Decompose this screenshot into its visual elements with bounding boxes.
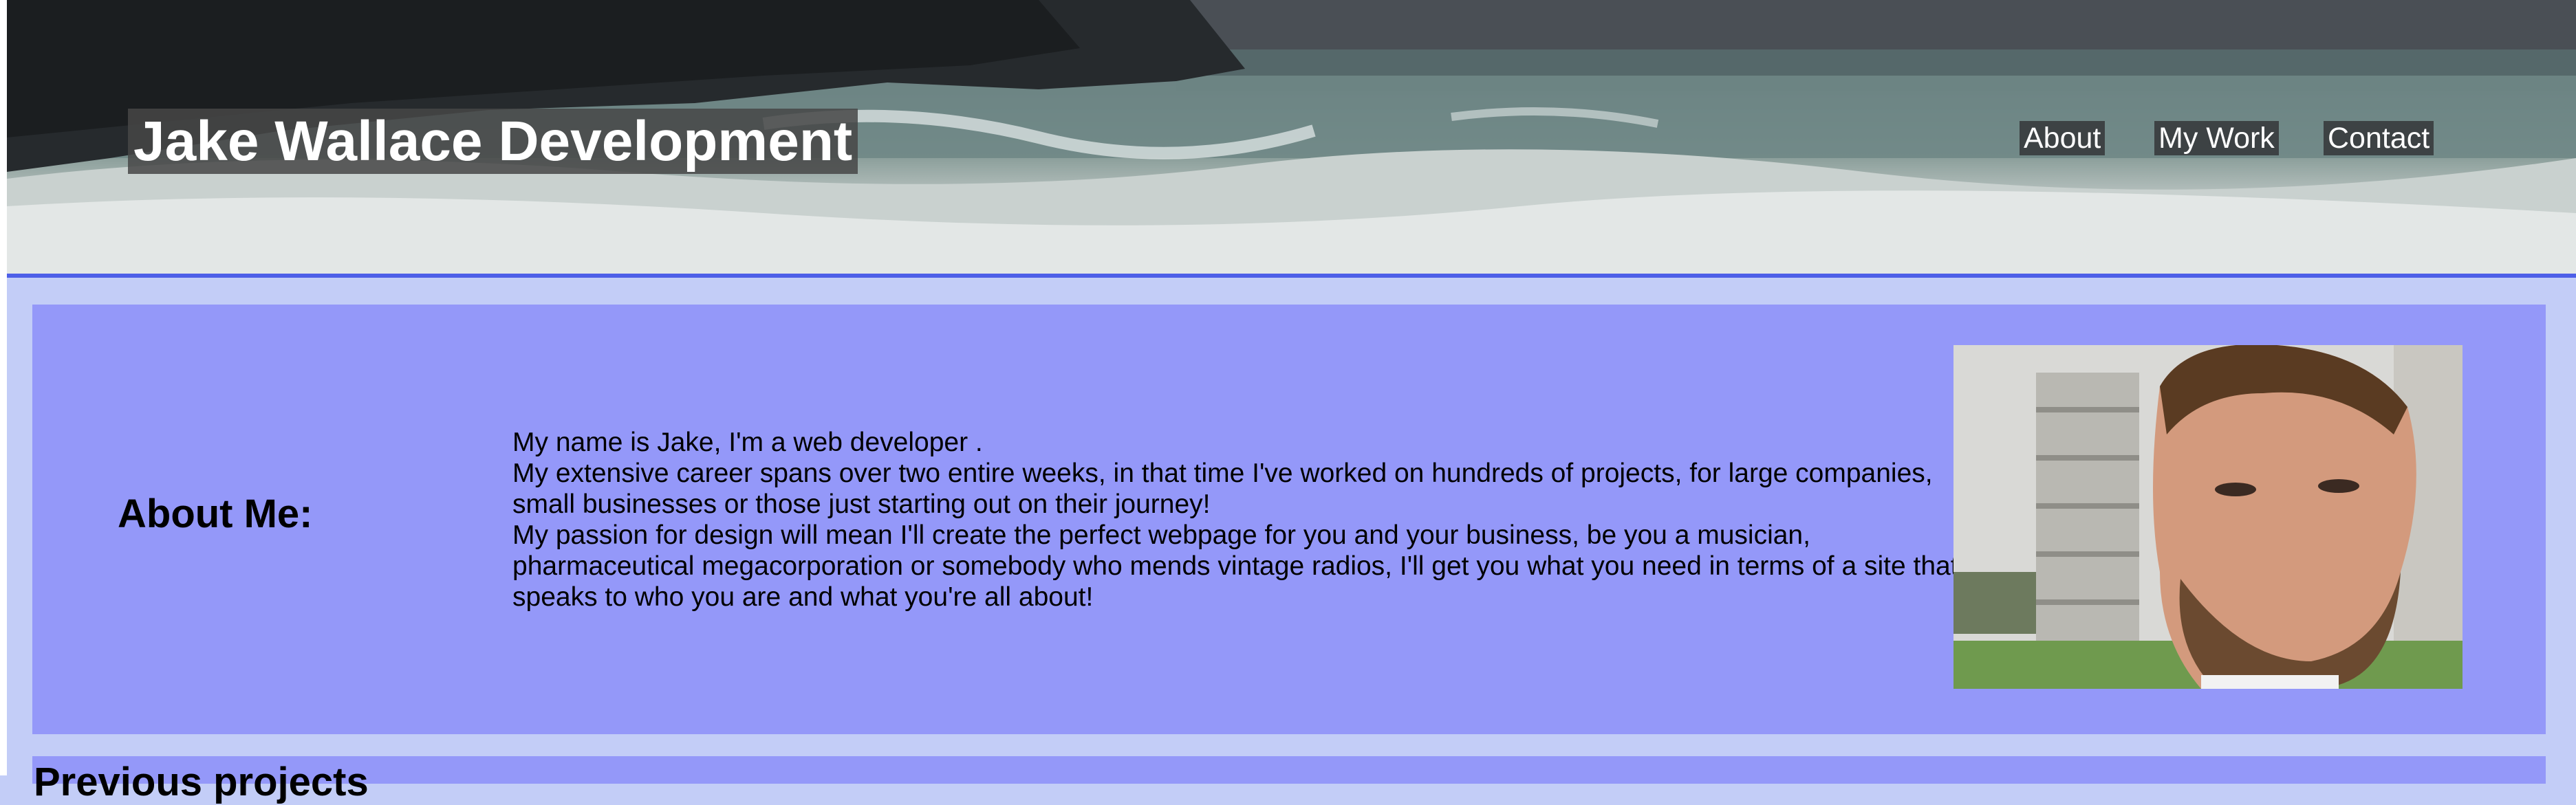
about-section: About Me: My name is Jake, I'm a web dev… [32, 305, 2546, 734]
page-left-edge [0, 0, 7, 775]
profile-photo-image [1953, 345, 2463, 689]
about-paragraph: My name is Jake, I'm a web developer . [512, 428, 983, 457]
nav-my-work[interactable]: My Work [2154, 121, 2279, 155]
about-text: My name is Jake, I'm a web developer . M… [512, 427, 1986, 613]
projects-heading: Previous projects [34, 760, 369, 804]
about-paragraph: My extensive career spans over two entir… [512, 459, 1933, 519]
profile-photo [1953, 345, 2463, 689]
about-heading: About Me: [118, 492, 313, 536]
about-paragraph: My passion for design will mean I'll cre… [512, 520, 1958, 612]
nav-about[interactable]: About [2020, 121, 2106, 155]
projects-section: Previous projects [32, 756, 2546, 804]
site-title: Jake Wallace Development [128, 109, 858, 174]
nav-contact[interactable]: Contact [2324, 121, 2434, 155]
site-header: Jake Wallace Development About My Work C… [7, 0, 2576, 278]
